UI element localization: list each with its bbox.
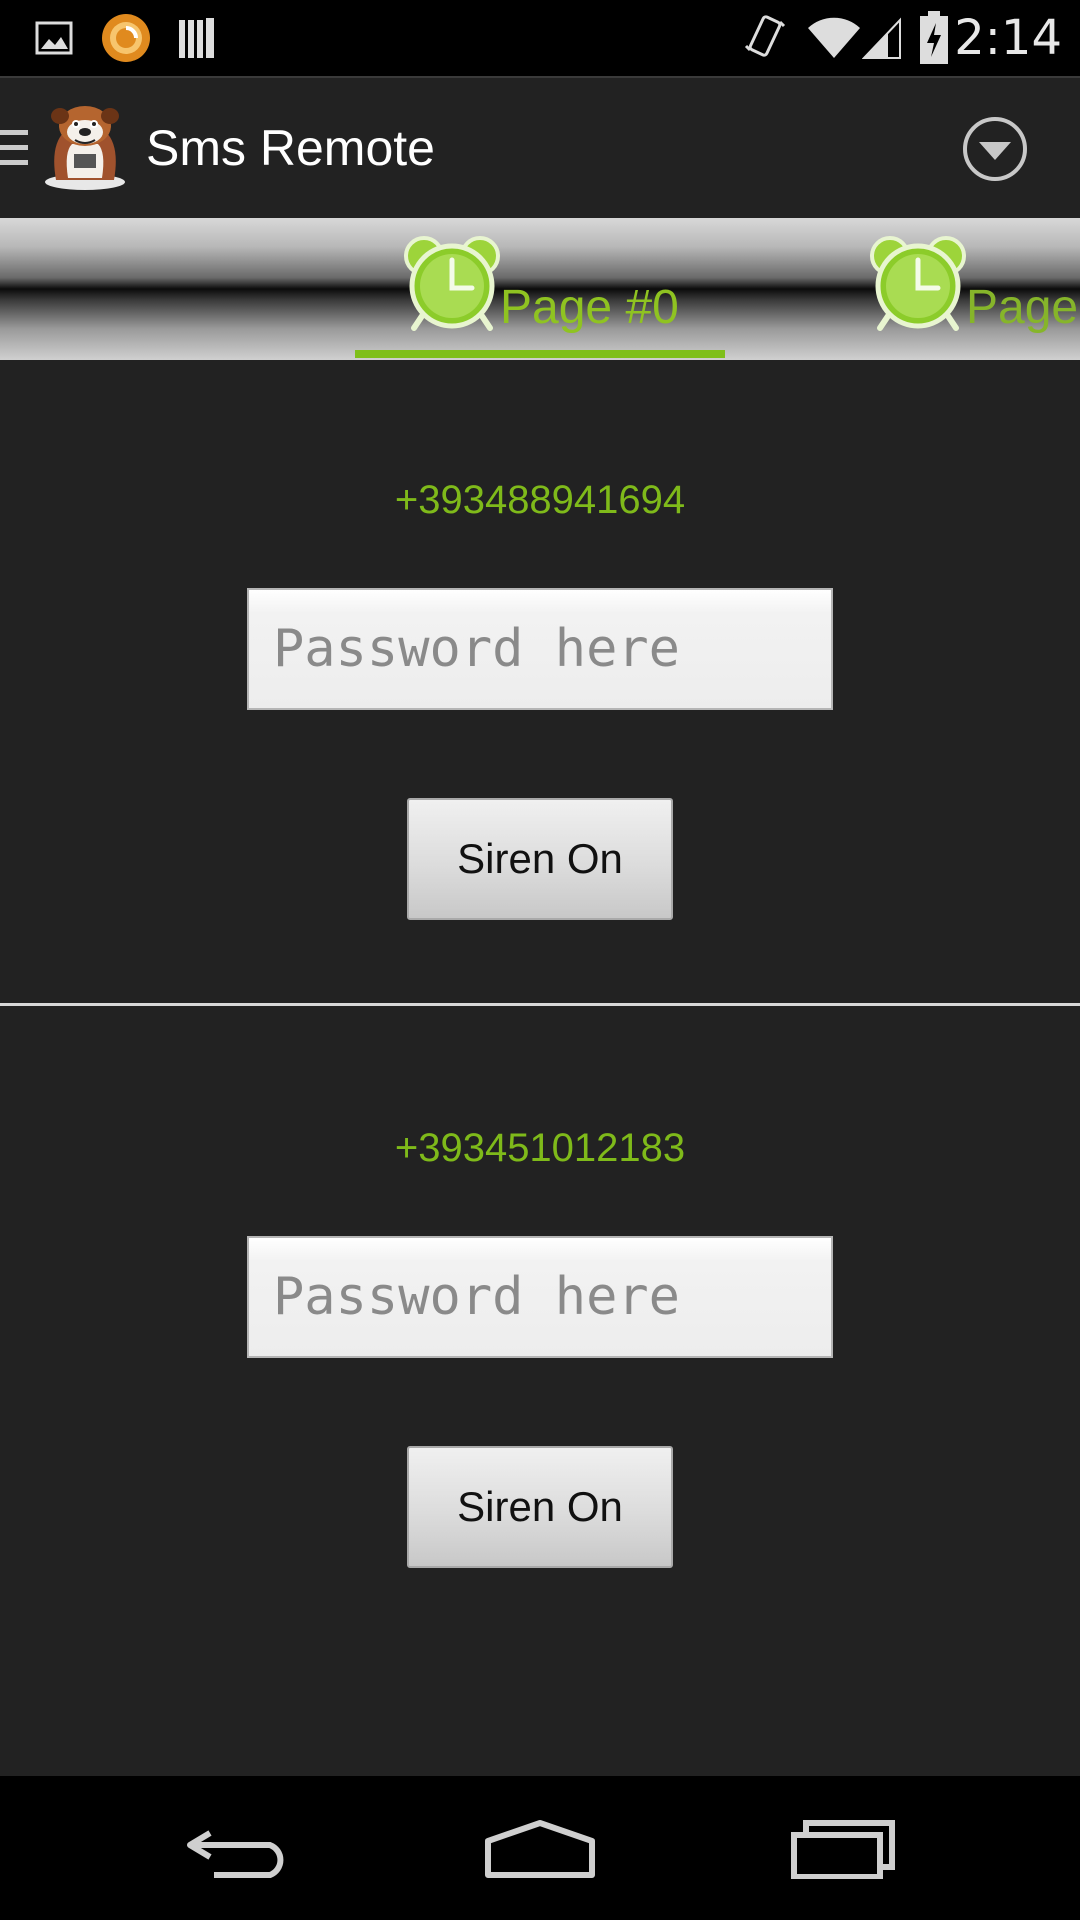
tab-selected-indicator xyxy=(355,350,725,358)
alarm-clock-icon xyxy=(870,236,966,331)
tab-label: Page xyxy=(966,281,1079,334)
password-field-container xyxy=(247,1236,833,1358)
recents-icon[interactable] xyxy=(774,1804,914,1894)
divider xyxy=(0,1003,1080,1006)
phone-number: +393488941694 xyxy=(394,478,686,522)
phone-number: +393451012183 xyxy=(394,1126,686,1170)
vibrate-icon xyxy=(740,0,790,76)
back-icon[interactable] xyxy=(170,1804,310,1894)
tab-page-1[interactable]: Page xyxy=(826,218,1080,360)
library-icon xyxy=(176,0,218,76)
home-icon[interactable] xyxy=(470,1804,610,1894)
drawer-icon[interactable] xyxy=(0,128,30,168)
picture-icon xyxy=(34,0,74,76)
tab-label: Page #0 xyxy=(500,281,679,334)
alarm-clock-icon xyxy=(404,236,500,331)
tab-strip: Page #0 Page xyxy=(0,218,1080,360)
signal-icon xyxy=(860,0,904,76)
password-field-container xyxy=(247,588,833,710)
status-bar: 2:14 xyxy=(0,0,1080,76)
password-field[interactable] xyxy=(249,1238,831,1356)
clock: 2:14 xyxy=(954,10,1062,66)
battery-charging-icon xyxy=(914,0,954,76)
action-bar: Sms Remote xyxy=(0,76,1080,218)
navigation-bar xyxy=(0,1776,1080,1920)
siren-on-button[interactable]: Siren On xyxy=(407,1446,673,1568)
siren-on-button[interactable]: Siren On xyxy=(407,798,673,920)
app-title: Sms Remote xyxy=(146,120,435,176)
bulldog-logo[interactable] xyxy=(42,102,128,192)
sync-app-icon xyxy=(100,0,152,76)
overflow-dropdown-icon[interactable] xyxy=(962,116,1028,182)
tab-page-0[interactable]: Page #0 xyxy=(310,218,724,360)
password-field[interactable] xyxy=(249,590,831,708)
wifi-icon xyxy=(806,0,862,76)
